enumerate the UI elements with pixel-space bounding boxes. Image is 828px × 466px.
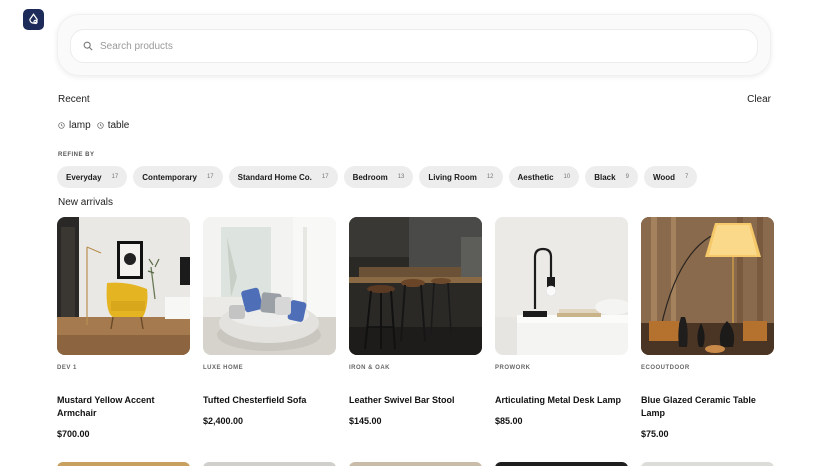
product-brand: DEV 1 bbox=[57, 365, 77, 371]
chip-count: 17 bbox=[111, 174, 119, 180]
recent-searches: lamp table bbox=[58, 120, 129, 131]
chip-count: 9 bbox=[625, 174, 629, 180]
chip-label: Black bbox=[594, 172, 616, 182]
product-price: $75.00 bbox=[641, 429, 669, 439]
product-card[interactable]: LUXE HOME Tufted Chesterfield Sofa $2,40… bbox=[203, 217, 336, 439]
product-brand: ECOOUTDOOR bbox=[641, 365, 690, 371]
search-box[interactable] bbox=[70, 29, 758, 63]
product-card[interactable]: PROWORK Articulating Metal Desk Lamp $85… bbox=[495, 217, 628, 439]
chip-count: 13 bbox=[397, 174, 405, 180]
product-name: Mustard Yellow Accent Armchair bbox=[57, 395, 155, 418]
chip-count: 17 bbox=[321, 174, 329, 180]
chip-count: 17 bbox=[206, 174, 214, 180]
product-price: $85.00 bbox=[495, 416, 523, 426]
filter-chips: Everyday 17 Contemporary 17 Standard Home … bbox=[57, 166, 698, 188]
product-brand: LUXE HOME bbox=[203, 365, 244, 371]
chip-label: Bedroom bbox=[352, 172, 388, 182]
search-icon bbox=[83, 41, 93, 51]
filter-chip-contemporary[interactable]: Contemporary 17 bbox=[133, 166, 223, 188]
chip-count: 12 bbox=[486, 174, 494, 180]
product-image-table-lamp bbox=[641, 217, 774, 355]
product-card[interactable]: IRON & OAK Leather Swivel Bar Stool $145… bbox=[349, 217, 482, 439]
chip-label: Living Room bbox=[428, 172, 477, 182]
product-image-desk-lamp bbox=[495, 217, 628, 355]
filter-chip-standard-home[interactable]: Standard Home Co. 17 bbox=[228, 166, 338, 188]
filter-chip-wood[interactable]: Wood 7 bbox=[643, 166, 698, 188]
refine-title: REFINE BY bbox=[58, 152, 95, 158]
recent-item[interactable]: table bbox=[97, 120, 130, 131]
chip-label: Aesthetic bbox=[517, 172, 554, 182]
chip-label: Everyday bbox=[66, 172, 102, 182]
recent-title: Recent bbox=[58, 94, 90, 105]
chip-label: Standard Home Co. bbox=[237, 172, 312, 182]
chip-label: Contemporary bbox=[142, 172, 197, 182]
history-icon bbox=[58, 122, 65, 129]
product-price: $145.00 bbox=[349, 416, 382, 426]
product-brand: PROWORK bbox=[495, 365, 531, 371]
chip-count: 7 bbox=[685, 174, 689, 180]
product-card-peek[interactable] bbox=[203, 462, 336, 466]
product-name: Blue Glazed Ceramic Table Lamp bbox=[641, 395, 756, 418]
filter-chip-living-room[interactable]: Living Room 12 bbox=[419, 166, 503, 188]
product-card[interactable]: ECOOUTDOOR Blue Glazed Ceramic Table Lam… bbox=[641, 217, 774, 439]
app-logo[interactable] bbox=[23, 9, 44, 30]
product-grid: DEV 1 Mustard Yellow Accent Armchair $70… bbox=[57, 217, 774, 439]
new-arrivals-title: New arrivals bbox=[58, 197, 114, 208]
filter-chip-black[interactable]: Black 9 bbox=[585, 166, 638, 188]
clear-button[interactable]: Clear bbox=[747, 94, 771, 105]
product-image-bar-stool bbox=[349, 217, 482, 355]
product-card-peek[interactable] bbox=[641, 462, 774, 466]
product-card-peek[interactable] bbox=[57, 462, 190, 466]
product-card-peek[interactable] bbox=[495, 462, 628, 466]
product-price: $700.00 bbox=[57, 429, 90, 439]
filter-chip-everyday[interactable]: Everyday 17 bbox=[57, 166, 128, 188]
chip-label: Wood bbox=[652, 172, 676, 182]
recent-item-label: lamp bbox=[69, 120, 91, 131]
product-price: $2,400.00 bbox=[203, 416, 244, 426]
filter-chip-aesthetic[interactable]: Aesthetic 10 bbox=[508, 166, 580, 188]
product-card-peek[interactable] bbox=[349, 462, 482, 466]
filter-chip-bedroom[interactable]: Bedroom 13 bbox=[343, 166, 414, 188]
product-card[interactable]: DEV 1 Mustard Yellow Accent Armchair $70… bbox=[57, 217, 190, 439]
chip-count: 10 bbox=[563, 174, 571, 180]
product-image-armchair bbox=[57, 217, 190, 355]
recent-item-label: table bbox=[107, 120, 130, 131]
product-image-sofa bbox=[203, 217, 336, 355]
search-input[interactable] bbox=[100, 40, 700, 52]
recent-item[interactable]: lamp bbox=[58, 120, 91, 131]
history-icon bbox=[97, 122, 104, 129]
product-brand: IRON & OAK bbox=[349, 365, 390, 371]
next-row-cards bbox=[57, 462, 774, 466]
logo-icon bbox=[29, 13, 38, 25]
search-panel bbox=[57, 14, 771, 76]
